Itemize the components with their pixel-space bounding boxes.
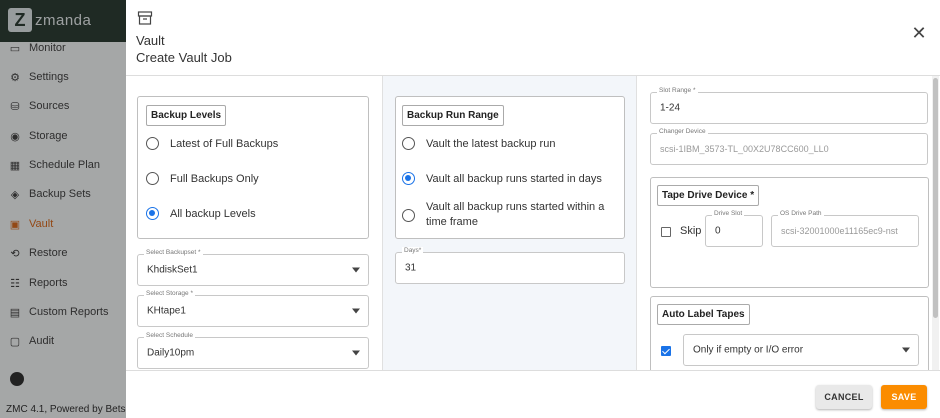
radio-button[interactable] — [402, 208, 415, 222]
skip-label: Skip — [680, 225, 702, 237]
radio-vault-runs-time-frame[interactable]: Vault all backup runs started within a t… — [402, 200, 617, 230]
radio-button[interactable] — [402, 137, 415, 150]
chevron-down-icon — [352, 308, 360, 314]
chevron-down-icon — [352, 267, 360, 273]
radio-button[interactable] — [146, 172, 159, 185]
create-vault-job-dialog: Vault Create Vault Job ✕ Backup Levels L… — [126, 0, 940, 418]
slot-range-field[interactable]: Slot Range * 1-24 — [650, 87, 928, 124]
radio-vault-latest-run[interactable]: Vault the latest backup run — [402, 137, 555, 150]
select-storage[interactable]: Select Storage * KHtape1 — [137, 290, 369, 327]
skip-checkbox[interactable] — [661, 227, 671, 237]
days-field[interactable]: Days* 31 — [395, 247, 625, 284]
auto-label-tapes-box: Auto Label Tapes Only if empty or I/O er… — [650, 296, 929, 370]
cancel-button[interactable]: CANCEL — [816, 385, 872, 409]
radio-button-selected[interactable] — [402, 172, 415, 185]
auto-label-select[interactable]: Only if empty or I/O error — [683, 334, 919, 366]
select-schedule[interactable]: Select Schedule Daily10pm — [137, 332, 369, 369]
tape-drive-device-box: Tape Drive Device * Skip Drive Slot 0 OS… — [650, 177, 929, 288]
dialog-title: Vault — [136, 33, 165, 48]
radio-vault-runs-in-days[interactable]: Vault all backup runs started in days — [402, 172, 602, 185]
chevron-down-icon — [352, 350, 360, 356]
backup-run-range-box: Backup Run Range Vault the latest backup… — [395, 96, 625, 239]
auto-label-tapes-title: Auto Label Tapes — [657, 304, 750, 325]
drive-slot-field[interactable]: Drive Slot 0 — [705, 210, 763, 247]
dialog-subtitle: Create Vault Job — [136, 50, 232, 65]
close-icon[interactable]: ✕ — [910, 24, 928, 42]
backup-run-range-title: Backup Run Range — [402, 105, 504, 126]
chevron-down-icon — [902, 347, 910, 353]
save-button[interactable]: SAVE — [881, 385, 927, 409]
backup-levels-title: Backup Levels — [146, 105, 227, 126]
column-backup-source: Backup Levels Latest of Full Backups Ful… — [126, 76, 381, 370]
tape-drive-device-title: Tape Drive Device * — [657, 185, 760, 206]
dialog-body: Backup Levels Latest of Full Backups Ful… — [126, 75, 940, 371]
radio-button[interactable] — [146, 137, 159, 150]
radio-full-backups-only[interactable]: Full Backups Only — [146, 172, 259, 185]
auto-label-checkbox[interactable] — [661, 346, 671, 356]
column-backup-run-range: Backup Run Range Vault the latest backup… — [382, 76, 637, 370]
changer-device-field: Changer Device scsi-1IBM_3573-TL_00X2U78… — [650, 128, 928, 165]
backup-levels-box: Backup Levels Latest of Full Backups Ful… — [137, 96, 369, 239]
radio-latest-full-backups[interactable]: Latest of Full Backups — [146, 137, 278, 150]
scrollbar-thumb[interactable] — [933, 78, 938, 318]
column-tape-settings: Slot Range * 1-24 Changer Device scsi-1I… — [638, 76, 938, 370]
radio-button-selected[interactable] — [146, 207, 159, 220]
archive-icon — [137, 11, 153, 25]
select-backupset[interactable]: Select Backupset * KhdiskSet1 — [137, 249, 369, 286]
os-drive-path-field[interactable]: OS Drive Path scsi-32001000e11165ec9-nst — [771, 210, 919, 247]
radio-all-backup-levels[interactable]: All backup Levels — [146, 207, 256, 220]
scrollbar[interactable] — [932, 76, 939, 370]
